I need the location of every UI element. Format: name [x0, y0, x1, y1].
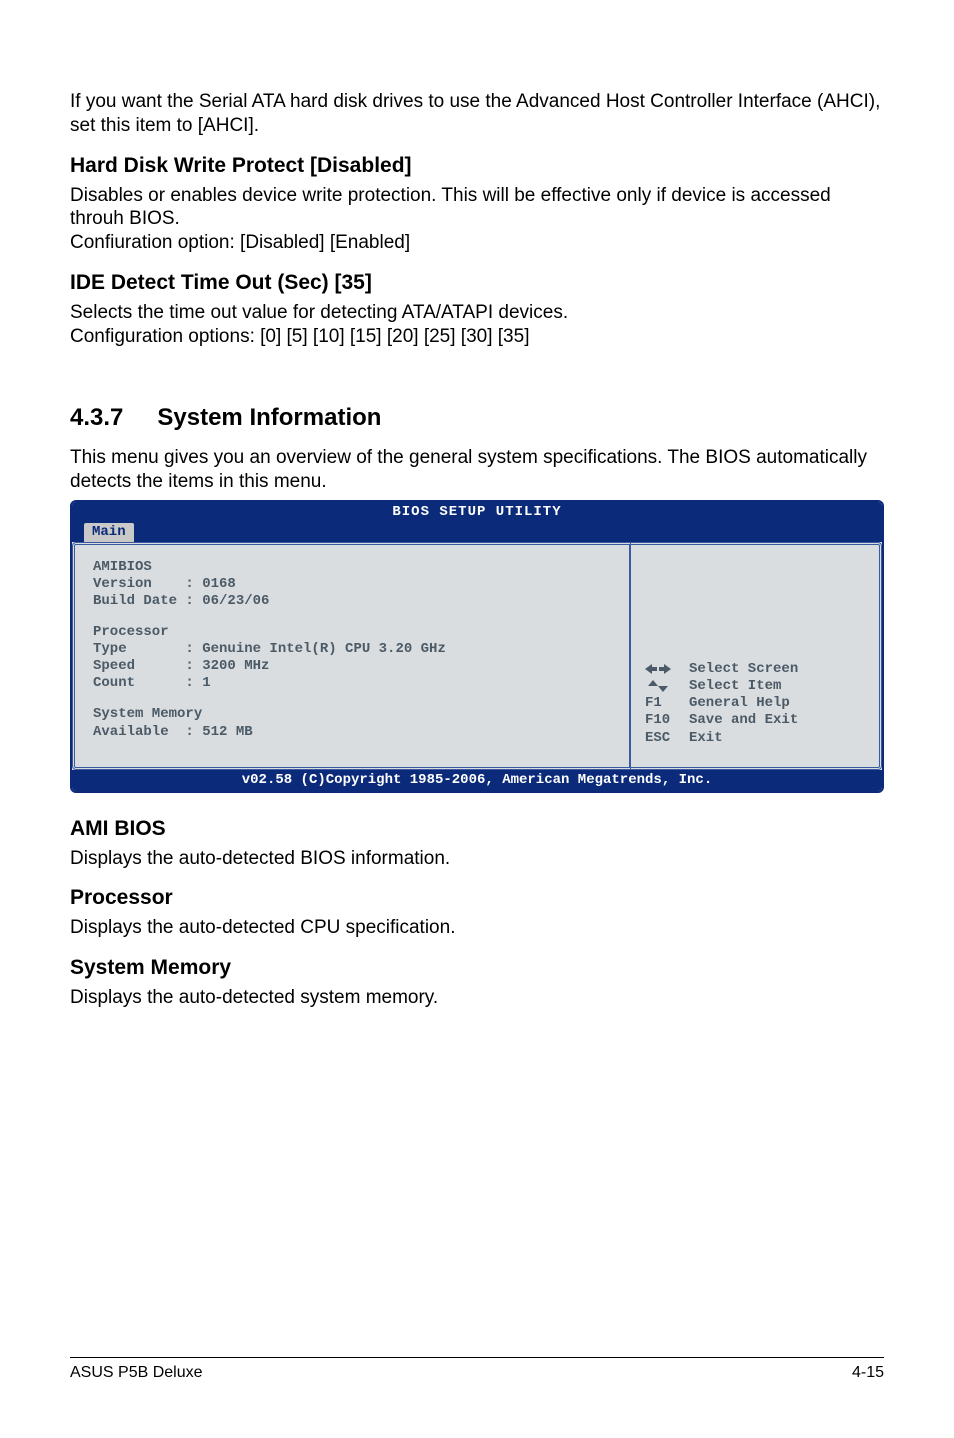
section-437-heading: 4.3.7 System Information: [70, 404, 884, 432]
proc-label: Processor: [93, 624, 615, 641]
help-key-f10: F10: [645, 712, 679, 729]
section-number: 4.3.7: [70, 404, 123, 432]
heading-sysmem: System Memory: [70, 956, 884, 980]
hdwp-p1: Disables or enables device write protect…: [70, 184, 884, 232]
mem-avail: Available : 512 MB: [93, 724, 615, 741]
help-key-f1: F1: [645, 695, 679, 712]
proc-speed: Speed : 3200 MHz: [93, 658, 615, 675]
heading-processor: Processor: [70, 886, 884, 910]
bios-box: BIOS SETUP UTILITY Main AMIBIOS Version …: [70, 500, 884, 793]
page-footer: ASUS P5B Deluxe 4-15: [70, 1357, 884, 1382]
proc-type: Type : Genuine Intel(R) CPU 3.20 GHz: [93, 641, 615, 658]
bios-copyright: v02.58 (C)Copyright 1985-2006, American …: [72, 770, 882, 791]
heading-hdwp: Hard Disk Write Protect [Disabled]: [70, 154, 884, 178]
bios-tab-main[interactable]: Main: [84, 523, 134, 542]
amibios-p: Displays the auto-detected BIOS informat…: [70, 847, 884, 871]
sysmem-p: Displays the auto-detected system memory…: [70, 986, 884, 1010]
help-save-exit: Save and Exit: [689, 712, 798, 729]
mem-label: System Memory: [93, 706, 615, 723]
help-key-esc: ESC: [645, 730, 679, 747]
processor-p: Displays the auto-detected CPU specifica…: [70, 916, 884, 940]
section-437-intro: This menu gives you an overview of the g…: [70, 446, 884, 494]
help-select-item: Select Item: [689, 678, 781, 695]
hdwp-p2: Confiuration option: [Disabled] [Enabled…: [70, 231, 884, 255]
ide-p2: Configuration options: [0] [5] [10] [15]…: [70, 325, 884, 349]
help-select-screen: Select Screen: [689, 661, 798, 678]
bios-left-pane: AMIBIOS Version : 0168 Build Date : 06/2…: [72, 542, 631, 770]
arrow-left-right-icon: [645, 662, 679, 678]
heading-amibios: AMI BIOS: [70, 817, 884, 841]
bios-tab-bar: Main: [72, 522, 882, 542]
proc-count: Count : 1: [93, 675, 615, 692]
help-general: General Help: [689, 695, 790, 712]
bios-help-pane: Select Screen Select Item F1 General Hel…: [631, 542, 882, 770]
intro-paragraph: If you want the Serial ATA hard disk dri…: [70, 90, 884, 138]
heading-ide: IDE Detect Time Out (Sec) [35]: [70, 271, 884, 295]
bios-version: Version : 0168: [93, 576, 615, 593]
bios-build-date: Build Date : 06/23/06: [93, 593, 615, 610]
help-exit: Exit: [689, 730, 723, 747]
section-title: System Information: [157, 404, 381, 432]
ide-p1: Selects the time out value for detecting…: [70, 301, 884, 325]
bios-title: BIOS SETUP UTILITY: [72, 502, 882, 522]
footer-left: ASUS P5B Deluxe: [70, 1364, 203, 1382]
arrow-up-down-icon: [645, 679, 679, 695]
amibios-label: AMIBIOS: [93, 559, 615, 576]
footer-right: 4-15: [852, 1364, 884, 1382]
